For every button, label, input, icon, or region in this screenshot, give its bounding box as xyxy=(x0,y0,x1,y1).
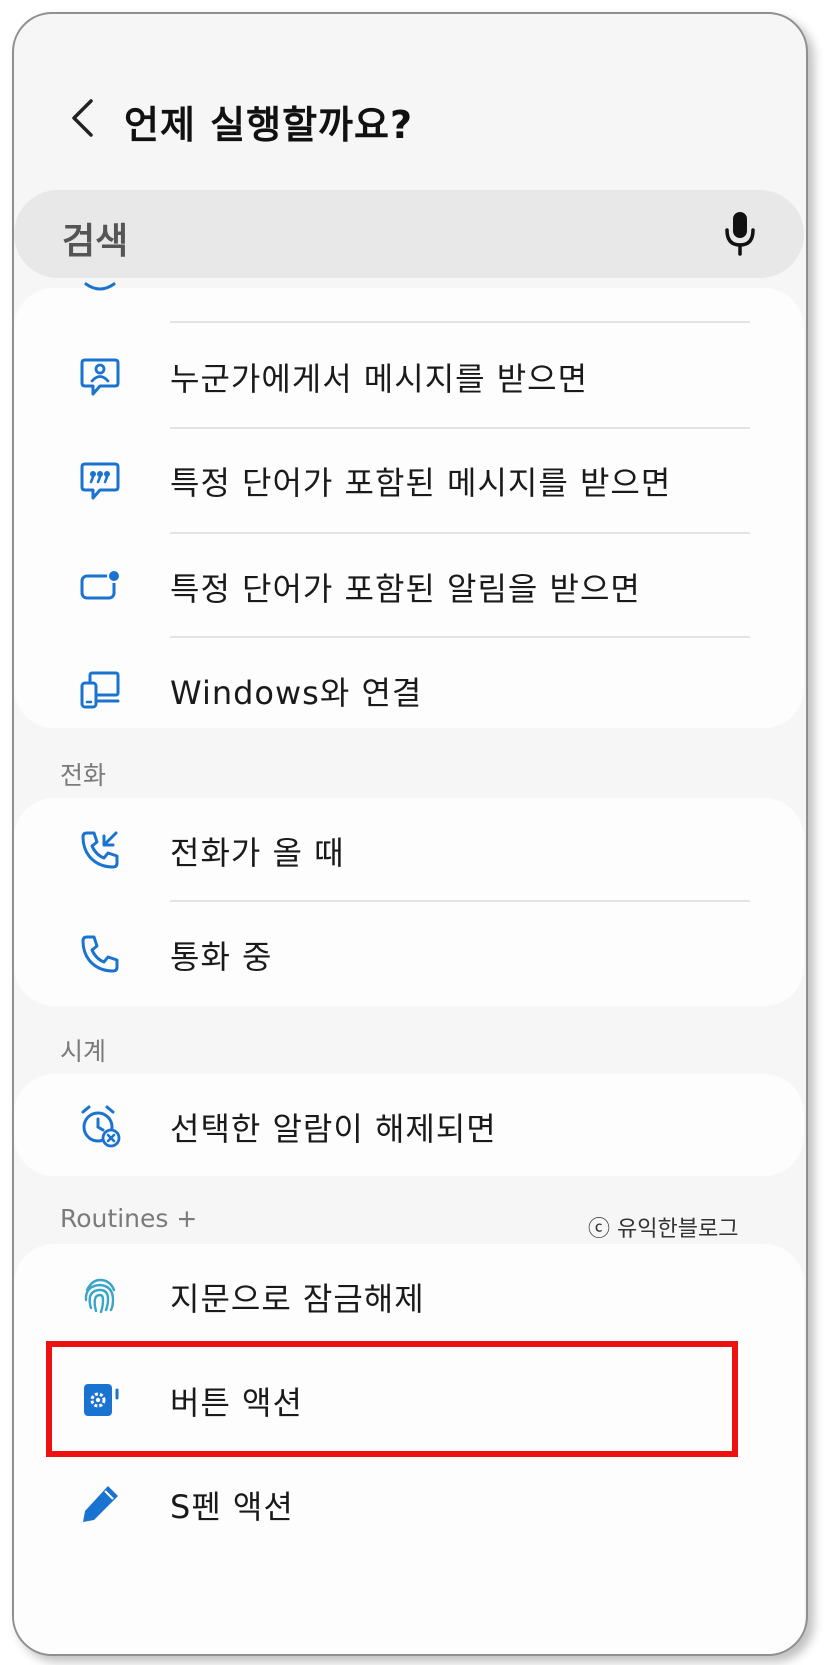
item-label: 전화가 올 때 xyxy=(170,834,345,872)
voice-search-button[interactable] xyxy=(720,210,760,258)
section-header-clock: 시계 xyxy=(60,1037,107,1066)
devices-icon xyxy=(80,671,120,709)
list-item-fingerprint[interactable]: 지문으로 잠금해제 xyxy=(14,1244,804,1348)
watermark: ⓒ 유익한블로그 xyxy=(588,1217,739,1242)
list-item-on-call[interactable]: 통화 중 xyxy=(14,902,804,1006)
section-header-routines: Routines + xyxy=(60,1204,198,1233)
notification-dot-icon xyxy=(80,569,121,600)
phone-icon xyxy=(81,935,119,973)
item-label: 통화 중 xyxy=(170,938,273,976)
list-item-alarm-dismiss[interactable]: 선택한 알람이 해제되면 xyxy=(14,1074,804,1178)
message-person-icon xyxy=(80,358,120,396)
section-header-call: 전화 xyxy=(60,761,107,790)
list-item-windows[interactable]: Windows와 연결 xyxy=(14,638,804,742)
search-bar[interactable]: 검색 xyxy=(14,190,804,278)
list-item-notification-words[interactable]: 특정 단어가 포함된 알림을 받으면 xyxy=(14,534,804,638)
list-item-message-from[interactable]: 누군가에게서 메시지를 받으면 xyxy=(14,324,804,428)
list-item-message-words[interactable]: 특정 단어가 포함된 메시지를 받으면 xyxy=(14,428,804,532)
card-general: 누군가에게서 메시지를 받으면 특정 단어가 포함된 메시지를 받으면 특정 단… xyxy=(14,282,804,728)
partial-item-icon xyxy=(84,282,116,291)
phone-screen: 언제 실행할까요? 검색 누군가에게서 메시지를 받으면 특정 단어가 포함된 … xyxy=(12,12,808,1656)
item-label: 선택한 알람이 해제되면 xyxy=(170,1110,497,1148)
message-quote-icon xyxy=(80,462,120,500)
item-label: 누군가에게서 메시지를 받으면 xyxy=(170,360,589,398)
item-label: 특정 단어가 포함된 메시지를 받으면 xyxy=(170,464,672,502)
alarm-off-icon xyxy=(81,1105,121,1148)
divider xyxy=(170,321,750,323)
pen-icon xyxy=(83,1486,118,1522)
app-header: 언제 실행할까요? xyxy=(14,14,806,204)
item-label: 특정 단어가 포함된 알림을 받으면 xyxy=(170,570,641,608)
item-label: 지문으로 잠금해제 xyxy=(170,1280,425,1318)
item-label: S펜 액션 xyxy=(170,1488,294,1526)
microphone-icon xyxy=(725,212,755,256)
item-label: Windows와 연결 xyxy=(170,674,423,712)
search-placeholder: 검색 xyxy=(62,221,129,262)
page-title: 언제 실행할까요? xyxy=(124,103,413,147)
chevron-left-icon xyxy=(72,99,93,137)
card-clock: 선택한 알람이 해제되면 xyxy=(14,1074,804,1176)
back-button[interactable] xyxy=(60,90,104,146)
card-call: 전화가 올 때 통화 중 xyxy=(14,798,804,1006)
highlight-box xyxy=(46,1341,738,1457)
list-item-incoming-call[interactable]: 전화가 올 때 xyxy=(14,798,804,902)
list-item-spen-action[interactable]: S펜 액션 xyxy=(14,1452,804,1556)
fingerprint-icon xyxy=(84,1278,116,1314)
incoming-call-icon xyxy=(81,831,119,869)
